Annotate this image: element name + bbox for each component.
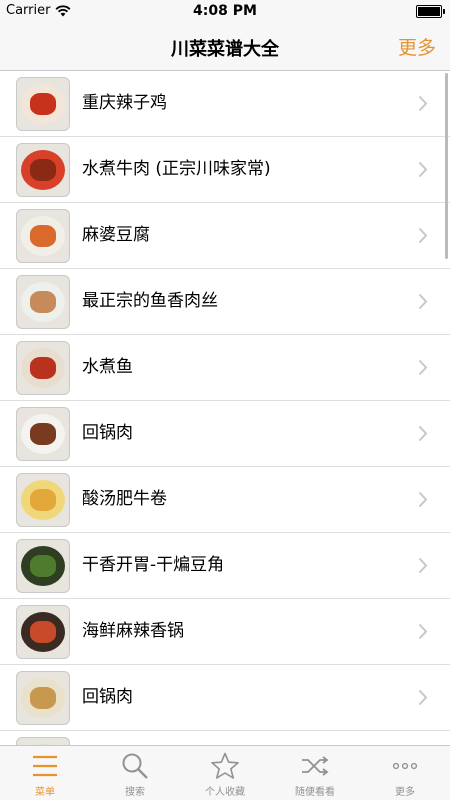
food-image: [30, 159, 56, 181]
recipe-name: 麻婆豆腐: [82, 225, 150, 245]
tab-label: 菜单: [35, 787, 55, 798]
recipe-name: 最正宗的鱼香肉丝: [82, 291, 218, 311]
recipe-name: 重庆辣子鸡: [82, 93, 167, 113]
tab-shuffle[interactable]: 随便看看: [270, 746, 360, 800]
tab-bar: 菜单 搜索 个人收藏 随便看看 更多: [0, 745, 450, 800]
food-image: [30, 423, 56, 445]
tab-search[interactable]: 搜索: [90, 746, 180, 800]
recipe-thumbnail: [16, 671, 70, 725]
status-bar: Carrier 4:08 PM: [0, 0, 450, 22]
chevron-right-icon: [418, 557, 428, 574]
chevron-right-icon: [418, 95, 428, 112]
list-item[interactable]: 回锅肉: [0, 665, 450, 731]
chevron-right-icon: [418, 293, 428, 310]
list-item[interactable]: 干香开胃-干煸豆角: [0, 533, 450, 599]
tab-more[interactable]: 更多: [360, 746, 450, 800]
recipe-thumbnail: [16, 539, 70, 593]
chevron-right-icon: [418, 161, 428, 178]
food-image: [30, 489, 56, 511]
recipe-thumbnail: [16, 143, 70, 197]
recipe-name: 水煮牛肉 (正宗川味家常): [82, 159, 271, 179]
tab-label: 个人收藏: [205, 787, 245, 798]
recipe-list[interactable]: 重庆辣子鸡 水煮牛肉 (正宗川味家常) 麻婆豆腐 最正宗的鱼香肉丝 水煮鱼 回锅肉 酸汤肥牛…: [0, 71, 450, 746]
tab-label: 随便看看: [295, 787, 335, 798]
recipe-name: 回锅肉: [82, 687, 133, 707]
chevron-right-icon: [418, 689, 428, 706]
food-image: [30, 93, 56, 115]
recipe-name: 酸汤肥牛卷: [82, 489, 167, 509]
list-item[interactable]: 水煮牛肉 (正宗川味家常): [0, 137, 450, 203]
tab-label: 搜索: [125, 787, 145, 798]
recipe-thumbnail: [16, 473, 70, 527]
status-time: 4:08 PM: [193, 3, 257, 19]
more-button[interactable]: 更多: [398, 33, 436, 60]
chevron-right-icon: [418, 425, 428, 442]
recipe-thumbnail: [16, 209, 70, 263]
page-title: 川菜菜谱大全: [171, 39, 279, 60]
tab-label: 更多: [395, 787, 415, 798]
recipe-name: 水煮鱼: [82, 357, 133, 377]
chevron-right-icon: [418, 491, 428, 508]
list-item[interactable]: 水煮鱼: [0, 335, 450, 401]
food-image: [30, 555, 56, 577]
recipe-name: 海鲜麻辣香锅: [82, 621, 184, 641]
recipe-thumbnail: [16, 605, 70, 659]
tab-star[interactable]: 个人收藏: [180, 746, 270, 800]
recipe-thumbnail: [16, 77, 70, 131]
food-image: [30, 357, 56, 379]
tab-menu[interactable]: 菜单: [0, 746, 90, 800]
navigation-bar: 川菜菜谱大全 更多: [0, 22, 450, 71]
list-item[interactable]: 最正宗的鱼香肉丝: [0, 269, 450, 335]
list-item[interactable]: 重庆辣子鸡: [0, 71, 450, 137]
food-image: [30, 621, 56, 643]
list-item[interactable]: 麻婆豆腐: [0, 203, 450, 269]
recipe-name: 回锅肉: [82, 423, 133, 443]
list-item[interactable]: [0, 731, 450, 746]
recipe-thumbnail: [16, 275, 70, 329]
food-image: [30, 687, 56, 709]
food-image: [30, 225, 56, 247]
recipe-name: 干香开胃-干煸豆角: [82, 555, 225, 575]
scrollbar[interactable]: [445, 73, 448, 259]
list-item[interactable]: 海鲜麻辣香锅: [0, 599, 450, 665]
list-item[interactable]: 酸汤肥牛卷: [0, 467, 450, 533]
food-image: [30, 291, 56, 313]
battery-icon: [416, 5, 445, 18]
chevron-right-icon: [418, 623, 428, 640]
chevron-right-icon: [418, 359, 428, 376]
chevron-right-icon: [418, 227, 428, 244]
recipe-thumbnail: [16, 341, 70, 395]
recipe-thumbnail: [16, 407, 70, 461]
list-item[interactable]: 回锅肉: [0, 401, 450, 467]
